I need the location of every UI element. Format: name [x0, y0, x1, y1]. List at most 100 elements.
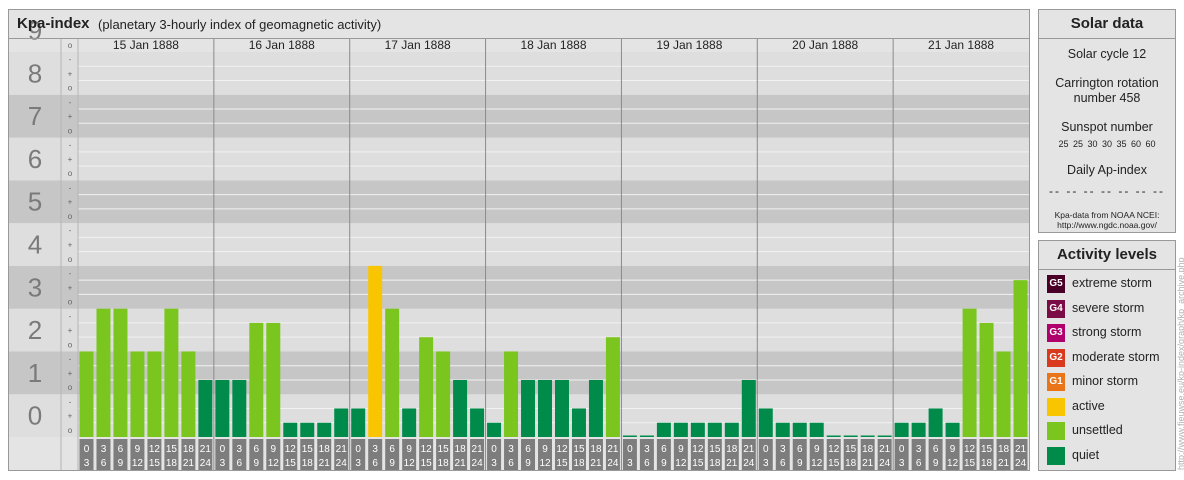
kpa-bar	[690, 422, 705, 437]
kpa-bar	[470, 408, 485, 437]
y-tick-label: 2	[28, 315, 42, 345]
kpa-bar	[707, 422, 722, 437]
kpa-bar	[334, 408, 349, 437]
interval-end-label: 6	[237, 458, 243, 469]
kpa-bar	[181, 351, 196, 437]
y-minor-tick-label: -	[69, 355, 72, 364]
legend-label: quiet	[1072, 447, 1100, 462]
kpa-bar	[249, 322, 264, 437]
interval-end-label: 9	[797, 458, 803, 469]
interval-start-label: 9	[135, 444, 141, 455]
interval-end-label: 15	[964, 458, 976, 469]
y-minor-tick-label: -	[69, 226, 72, 235]
kpa-bar	[113, 308, 128, 437]
interval-start-label: 6	[797, 444, 803, 455]
interval-end-label: 9	[389, 458, 395, 469]
interval-start-label: 9	[814, 444, 820, 455]
kpa-bar	[894, 422, 909, 437]
y-minor-tick-label: o	[68, 126, 73, 135]
interval-end-label: 12	[132, 458, 144, 469]
interval-start-label: 9	[678, 444, 684, 455]
interval-start-label: 18	[319, 444, 331, 455]
interval-end-label: 15	[556, 458, 568, 469]
day-label: 19 Jan 1888	[656, 38, 722, 52]
interval-start-label: 3	[644, 444, 650, 455]
interval-start-label: 0	[627, 444, 633, 455]
interval-start-label: 15	[573, 444, 585, 455]
interval-start-label: 21	[472, 444, 484, 455]
interval-start-label: 0	[355, 444, 361, 455]
interval-end-label: 21	[455, 458, 467, 469]
interval-start-label: 15	[166, 444, 178, 455]
y-minor-tick-label: o	[68, 383, 73, 392]
ap-index-label: Daily Ap-index	[1067, 163, 1147, 177]
legend-swatch	[1047, 422, 1065, 440]
interval-start-label: 21	[200, 444, 212, 455]
interval-start-label: 0	[220, 444, 226, 455]
kpa-bar	[96, 308, 111, 437]
kpa-bar	[487, 422, 502, 437]
interval-end-label: 6	[508, 458, 514, 469]
y-minor-tick-label: o	[68, 255, 73, 264]
kpa-bar	[538, 379, 552, 437]
kpa-bar	[571, 408, 586, 437]
y-tick-label: 6	[28, 144, 42, 174]
interval-end-label: 12	[811, 458, 823, 469]
kpa-bar	[266, 322, 281, 437]
interval-end-label: 12	[947, 458, 959, 469]
legend-swatch: G1	[1047, 373, 1065, 391]
y-minor-tick-label: -	[69, 269, 72, 278]
level-band	[9, 308, 1029, 352]
interval-start-label: 21	[336, 444, 348, 455]
chart-title: Kpa-index	[17, 15, 90, 32]
y-minor-tick-label: -	[69, 312, 72, 321]
interval-start-label: 12	[285, 444, 297, 455]
interval-end-label: 12	[268, 458, 280, 469]
kpa-bar	[826, 435, 841, 437]
kpa-bar	[351, 408, 366, 437]
carrington-number: number 458	[1073, 91, 1141, 105]
kpa-bar	[283, 422, 298, 437]
y-minor-tick-label: +	[68, 283, 73, 292]
interval-start-label: 3	[916, 444, 922, 455]
kpa-bar	[996, 351, 1011, 437]
interval-end-label: 9	[525, 458, 531, 469]
interval-end-label: 3	[763, 458, 769, 469]
kpa-bar	[945, 422, 960, 437]
level-band	[9, 180, 1029, 224]
interval-end-label: 24	[336, 458, 348, 469]
ap-index-values: -- -- -- -- -- -- --	[1049, 184, 1165, 198]
legend-swatch: G2	[1047, 348, 1065, 367]
chart-subtitle: (planetary 3-hourly index of geomagnetic…	[98, 17, 382, 32]
y-minor-tick-label: o	[68, 212, 73, 221]
interval-start-label: 6	[254, 444, 260, 455]
legend-label: moderate storm	[1072, 349, 1160, 364]
interval-start-label: 3	[372, 444, 378, 455]
interval-start-label: 21	[879, 444, 891, 455]
data-credit: Kpa-data from NOAA NCEI: http://www.ngdc…	[1039, 210, 1175, 230]
interval-end-label: 21	[590, 458, 602, 469]
interval-end-label: 15	[285, 458, 297, 469]
kpa-bar	[605, 337, 620, 437]
y-minor-tick-label: -	[69, 55, 72, 64]
interval-end-label: 18	[709, 458, 721, 469]
interval-start-label: 12	[964, 444, 976, 455]
interval-start-label: 6	[389, 444, 395, 455]
kpa-bar	[385, 308, 400, 437]
legend-label: unsettled	[1072, 423, 1123, 437]
interval-end-label: 24	[743, 458, 755, 469]
interval-end-label: 15	[692, 458, 704, 469]
kpa-bar	[928, 408, 943, 437]
interval-end-label: 3	[627, 458, 633, 469]
day-label: 18 Jan 1888	[520, 38, 586, 52]
y-tick-label: 7	[28, 101, 42, 131]
y-minor-tick-label: o	[68, 426, 73, 435]
kpa-bar	[79, 351, 94, 437]
kpa-bar	[521, 379, 536, 437]
day-label: 16 Jan 1888	[249, 38, 315, 52]
interval-end-label: 24	[200, 458, 212, 469]
interval-end-label: 6	[372, 458, 378, 469]
kpa-bar	[555, 379, 569, 437]
interval-start-label: 21	[1015, 444, 1027, 455]
credit-source: Kpa-data from NOAA NCEI:	[1054, 210, 1160, 220]
